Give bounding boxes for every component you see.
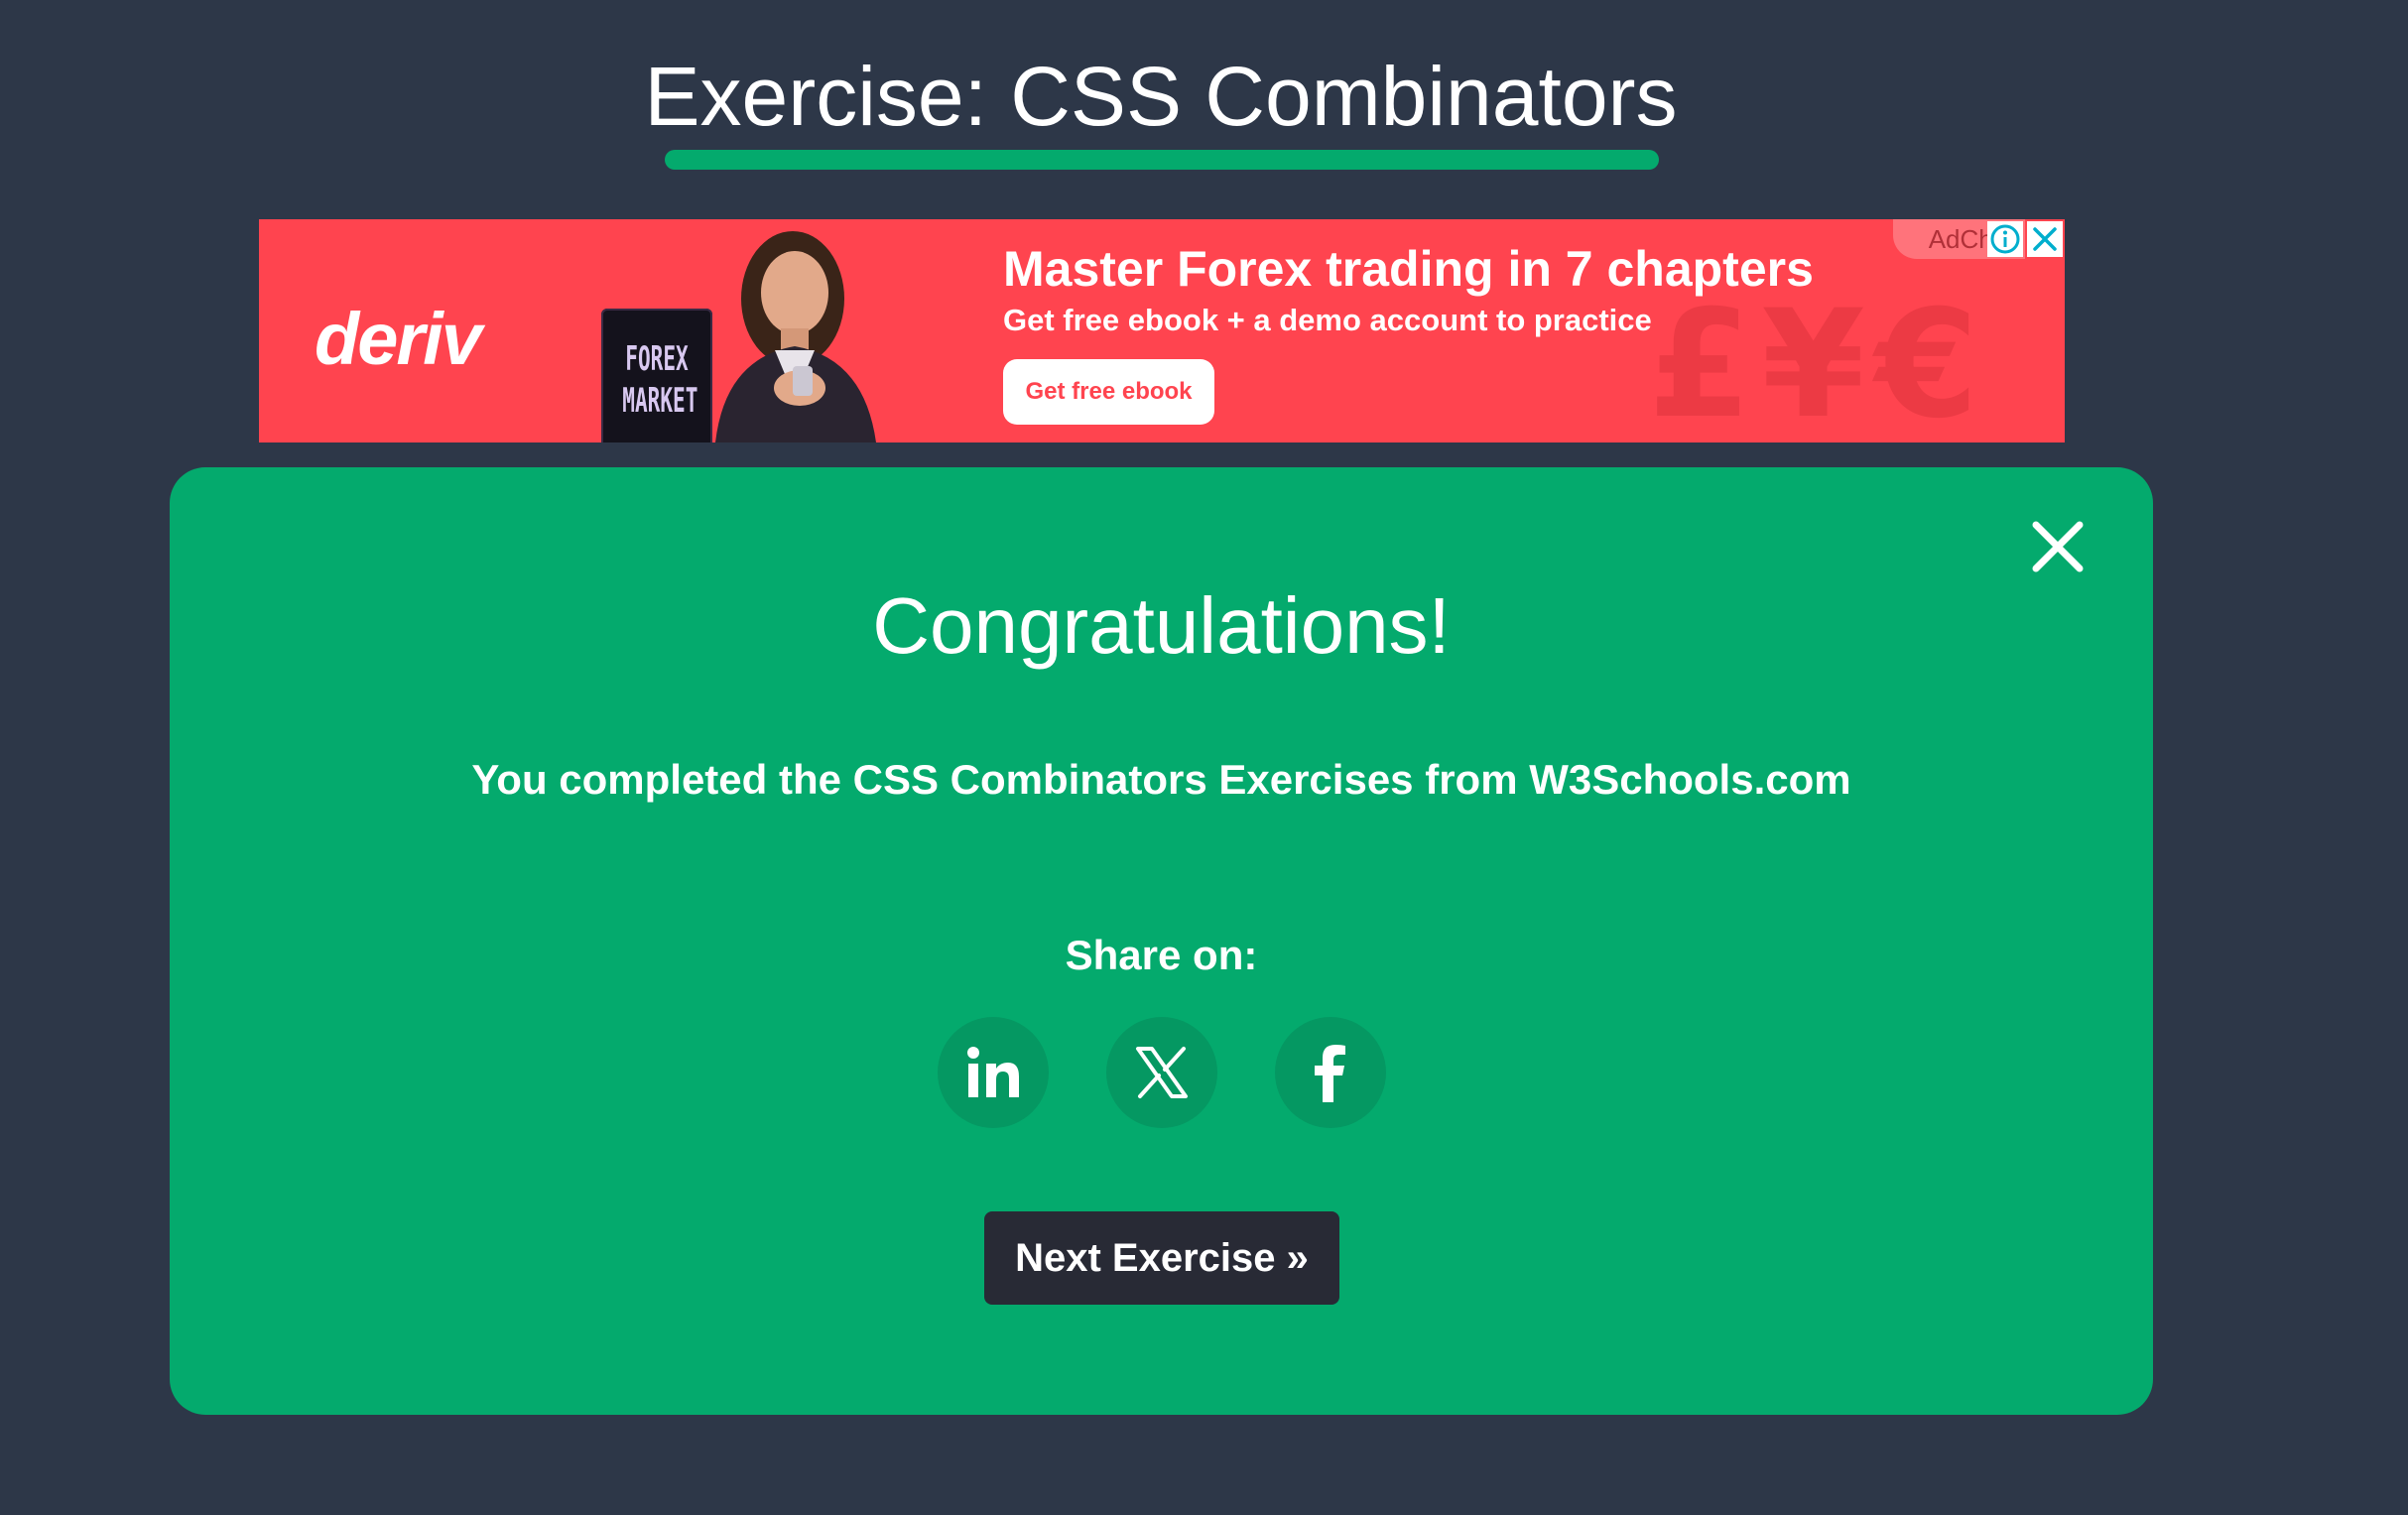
info-icon-glyph (1990, 224, 2020, 254)
ad-subtext: Get free ebook + a demo account to pract… (1003, 303, 1652, 337)
linkedin-icon (966, 1047, 1019, 1097)
facebook-icon (1314, 1045, 1345, 1102)
ad-person-phone (793, 366, 813, 396)
ad-brand-logo[interactable]: deriv (315, 297, 482, 381)
share-facebook-button[interactable] (1274, 1017, 1386, 1128)
x-icon (1135, 1047, 1188, 1098)
ad-close-icon[interactable] (2027, 221, 2063, 257)
ad-banner[interactable]: £¥€ deriv FOREX MARKET Master Forex trad… (259, 219, 2065, 442)
ad-headline[interactable]: Master Forex trading in 7 chapters (1003, 233, 1814, 305)
ad-cta-button[interactable]: Get free ebook (1003, 359, 1214, 425)
ad-person-image (715, 231, 876, 442)
modal-title: Congratulations! (872, 581, 1451, 670)
share-x-button[interactable] (1105, 1017, 1217, 1128)
title-underline (665, 150, 1659, 170)
share-buttons (170, 1017, 2153, 1128)
ad-book-title: FOREX MARKET (622, 339, 698, 421)
congratulations-modal: Congratulations! You completed the CSS C… (170, 467, 2153, 1415)
share-linkedin-button[interactable] (937, 1017, 1049, 1128)
share-label: Share on: (1065, 932, 1258, 978)
info-icon[interactable] (1987, 221, 2023, 257)
next-exercise-button[interactable]: Next Exercise » (984, 1211, 1339, 1305)
completion-message: You completed the CSS Combinators Exerci… (471, 756, 1851, 803)
ad-person-face (761, 251, 828, 334)
page-title: Exercise: CSS Combinators (644, 50, 1678, 143)
close-icon (2033, 227, 2057, 251)
